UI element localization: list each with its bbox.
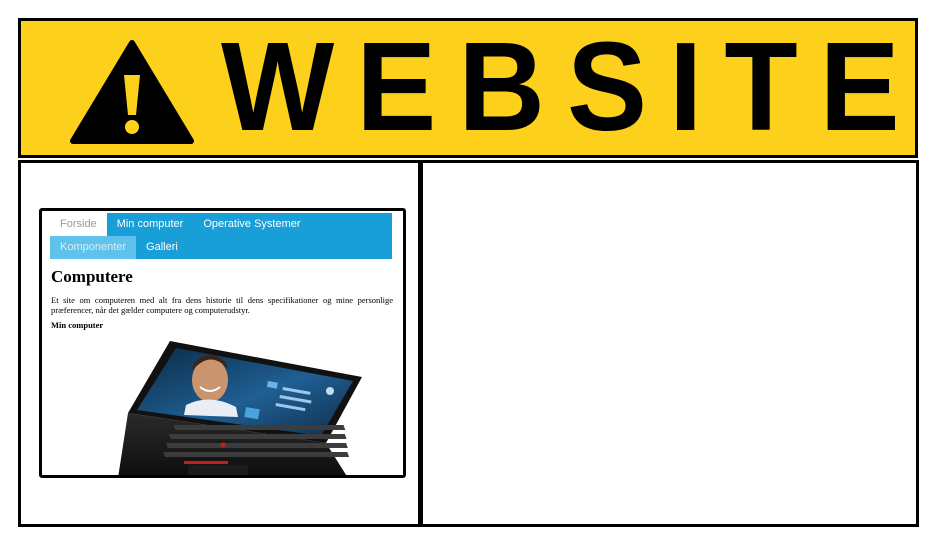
website-banner: WEBSITE xyxy=(18,18,918,158)
preview-subheading: Min computer xyxy=(51,320,104,330)
preview-nav: Forside Min computer Operative Systemer … xyxy=(50,213,392,259)
preview-description: Et site om computeren med alt fra dens h… xyxy=(51,295,393,315)
left-panel: Forside Min computer Operative Systemer … xyxy=(18,160,421,527)
warning-triangle-icon xyxy=(70,40,194,144)
nav-item-komponenter[interactable]: Komponenter xyxy=(50,236,137,259)
nav-item-operative-systemer[interactable]: Operative Systemer xyxy=(193,213,310,236)
nav-row-1: Forside Min computer Operative Systemer xyxy=(50,213,392,236)
banner-title: WEBSITE xyxy=(221,16,922,158)
nav-item-galleri[interactable]: Galleri xyxy=(136,236,188,259)
right-panel xyxy=(420,160,919,527)
nav-item-min-computer[interactable]: Min computer xyxy=(107,213,194,236)
nav-item-forside[interactable]: Forside xyxy=(50,213,107,236)
preview-heading: Computere xyxy=(51,267,133,286)
website-preview[interactable]: Forside Min computer Operative Systemer … xyxy=(39,208,406,478)
nav-row-2: Komponenter Galleri xyxy=(50,236,392,259)
laptop-image xyxy=(118,341,362,475)
